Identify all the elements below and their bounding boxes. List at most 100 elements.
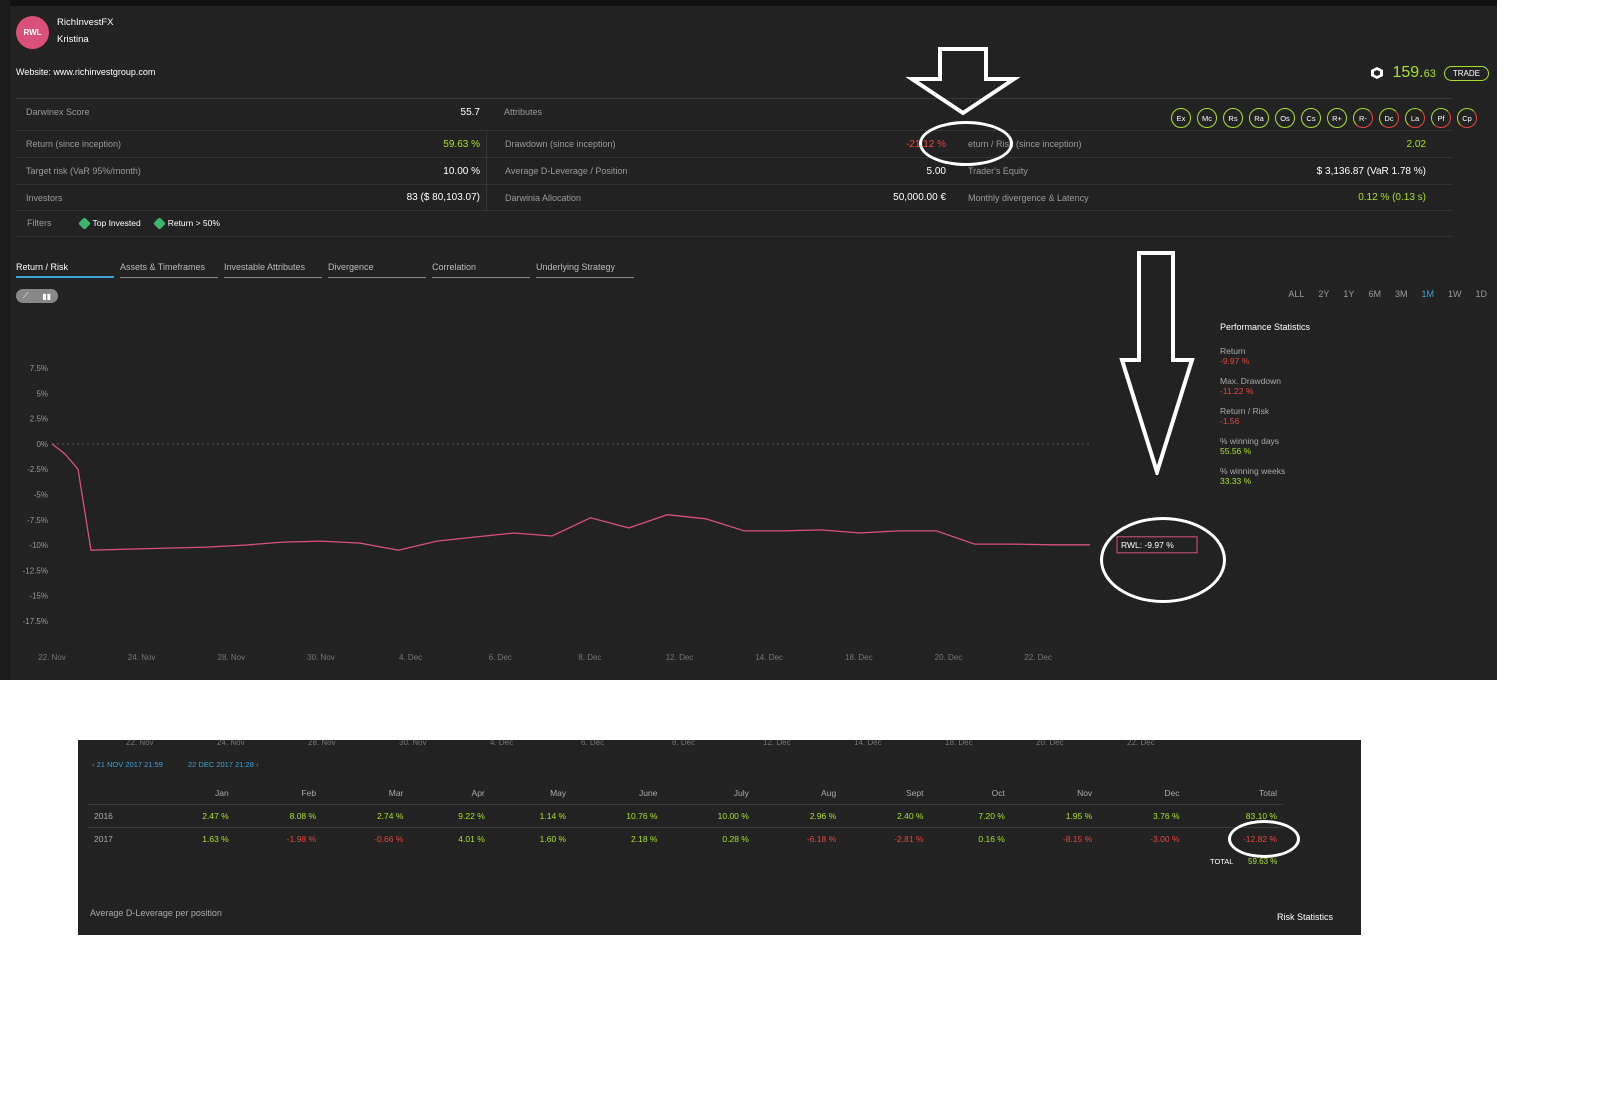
x-tick-label: 12. Dec (666, 653, 694, 662)
attribute-icons: Ex Mc Rs Ra Os Cs R+ R- Dc La Pf Cp (1171, 108, 1477, 128)
y-tick-label: 7.5% (30, 364, 48, 373)
month-header: Apr (471, 788, 485, 798)
x-tick-label: 22. Dec (1127, 740, 1155, 747)
return-cell: -2.81 % (842, 827, 930, 850)
chart-type-toggle[interactable]: ⟋ ▮▮ (16, 289, 58, 303)
avg-leverage-cell: Average D-Leverage / Position 5.00 (486, 158, 956, 184)
timeframe-1d[interactable]: 1D (1475, 289, 1487, 299)
filter-return-50[interactable]: Return > 50% (152, 216, 220, 230)
return-cell: 2.74 % (322, 804, 410, 828)
allocation-label: Darwinia Allocation (505, 192, 582, 203)
avatar: RWL (16, 16, 49, 49)
allocation-cell: Darwinia Allocation 50,000.00 € (486, 185, 956, 210)
attribute-badge-cs[interactable]: Cs (1301, 108, 1321, 128)
drawdown-highlight-ellipse (919, 121, 1013, 166)
attribute-badge-pf[interactable]: Pf (1431, 108, 1451, 128)
timeframe-1m[interactable]: 1M (1421, 289, 1434, 299)
attribute-badge-rs[interactable]: Rs (1223, 108, 1243, 128)
return-cell: 1.60 % (490, 827, 573, 850)
perf-stat-label: Return (1220, 346, 1246, 356)
perf-stat-value: 33.33 % (1220, 476, 1252, 486)
attribute-badge-rplus[interactable]: R+ (1327, 108, 1347, 128)
timeframe-1w[interactable]: 1W (1448, 289, 1462, 299)
attributes-cell: Attributes (486, 107, 956, 117)
risk-statistics-title: Risk Statistics (1276, 912, 1333, 922)
return-cell: 7.20 % (929, 804, 1011, 828)
filter-chip-label: Top Invested (92, 218, 141, 228)
timeframe-6m[interactable]: 6M (1368, 289, 1381, 299)
date-from-label: 21 NOV 2017 21:59 (96, 760, 163, 769)
darwin-shield-icon (1371, 67, 1384, 79)
performance-statistics: Performance Statistics Return -9.97 % Max.… (1220, 322, 1420, 496)
attribute-badge-ra[interactable]: Ra (1249, 108, 1269, 128)
y-tick-label: 2.5% (30, 415, 48, 424)
timeframe-2y[interactable]: 2Y (1318, 289, 1329, 299)
investors-cell: Investors 83 ($ 80,103.07) (16, 185, 486, 210)
top-bar (0, 0, 1497, 6)
month-header: June (639, 788, 658, 798)
divider (16, 236, 1452, 237)
monthly-returns-table: Jan Feb Mar Apr May June July Aug Sept Oct Nov Dec T… (88, 788, 1283, 850)
x-tick-label: 18. Dec (845, 653, 873, 662)
down-arrow-annotation-icon (905, 47, 1021, 116)
tab-correlation[interactable]: Correlation (432, 262, 530, 278)
attribute-badge-ex[interactable]: Ex (1171, 108, 1191, 128)
x-tick-label: 14. Dec (755, 653, 783, 662)
attribute-badge-os[interactable]: Os (1275, 108, 1295, 128)
attribute-badge-dc[interactable]: Dc (1379, 108, 1399, 128)
filter-top-invested[interactable]: Top Invested (77, 216, 141, 230)
y-tick-label: -5% (34, 491, 48, 500)
y-tick-label: -12.5% (23, 566, 48, 575)
trader-name: Kristina (57, 34, 89, 45)
return-cell: -0.66 % (322, 827, 410, 850)
attribute-badge-rminus[interactable]: R- (1353, 108, 1373, 128)
y-tick-label: 5% (36, 389, 48, 398)
attribute-badge-la[interactable]: La (1405, 108, 1425, 128)
tab-underlying-strategy[interactable]: Underlying Strategy (536, 262, 634, 278)
month-header: July (733, 788, 749, 798)
performance-title: Performance Statistics (1220, 322, 1311, 332)
x-tick-label: 18. Dec (945, 740, 973, 747)
tab-assets-timeframes[interactable]: Assets & Timeframes (120, 262, 218, 278)
timeframe-1y[interactable]: 1Y (1343, 289, 1354, 299)
line-chart-icon[interactable]: ⟋ (23, 291, 29, 301)
table-row: 2016 2.47 % 8.08 % 2.74 % 9.22 % 1.14 % 10.76 … (88, 804, 1283, 828)
month-header: Nov (1077, 788, 1093, 798)
target-risk-cell: Target risk (VaR 95%/month) 10.00 % (16, 158, 486, 184)
return-chart: 7.5% 5% 2.5% 0% -2.5% -5% -7.5% -10% -12.5% -15% -… (23, 364, 1198, 662)
attribute-badge-cp[interactable]: Cp (1457, 108, 1477, 128)
y-tick-label: -10% (29, 541, 48, 550)
trade-button[interactable]: TRADE (1443, 65, 1489, 81)
attribute-badge-mc[interactable]: Mc (1197, 108, 1217, 128)
date-to[interactable]: 22 DEC 2017 21:28 › (188, 760, 258, 769)
filters-bar: Filters Top Invested Return > 50% (27, 216, 220, 230)
return-cell: 2.40 % (842, 804, 930, 828)
return-cell: 10.76 % (572, 804, 664, 828)
timeframe-3m[interactable]: 3M (1395, 289, 1408, 299)
x-tick-label: 20. Dec (1036, 740, 1064, 747)
candle-chart-icon[interactable]: ▮▮ (42, 292, 51, 301)
return-risk-cell: eturn / Risk (since inception) 2.02 (956, 131, 1432, 157)
monthly-returns-panel: 22. Nov 24. Nov 28. Nov 30. Nov 4. Dec 6. Dec… (78, 740, 1361, 935)
x-tick-label: 14. Dec (854, 740, 882, 747)
tab-investable-attributes[interactable]: Investable Attributes (224, 262, 322, 278)
target-risk-label: Target risk (VaR 95%/month) (26, 166, 141, 176)
chart-tabs: Return / Risk Assets & Timeframes Invest… (16, 262, 634, 278)
tab-return-risk[interactable]: Return / Risk (16, 262, 114, 278)
timeframe-all[interactable]: ALL (1288, 289, 1304, 299)
website-link[interactable]: Website: www.richinvestgroup.com (16, 67, 155, 77)
tab-divergence[interactable]: Divergence (328, 262, 426, 278)
performance-items: Return -9.97 % Max. Drawdown -11.22 % Return… (1220, 346, 1420, 486)
perf-stat-label: Return / Risk (1220, 406, 1270, 416)
x-tick-label: 6. Dec (489, 653, 512, 662)
chevron-right-icon[interactable]: › (254, 760, 259, 769)
date-from[interactable]: ‹ 21 NOV 2017 21:59 (92, 760, 163, 769)
stats-row-2: Return (since inception) 59.63 % Drawdow… (16, 130, 1452, 157)
x-tick-label: 4. Dec (490, 740, 514, 747)
return-cell: 1.63 % (153, 827, 235, 850)
return-cell: 1.95 % (1010, 804, 1099, 828)
badge-icon (152, 216, 166, 230)
x-tick-label: 8. Dec (578, 653, 601, 662)
return-cell: 0.16 % (929, 827, 1011, 850)
x-tick-label: 28. Nov (218, 653, 246, 662)
